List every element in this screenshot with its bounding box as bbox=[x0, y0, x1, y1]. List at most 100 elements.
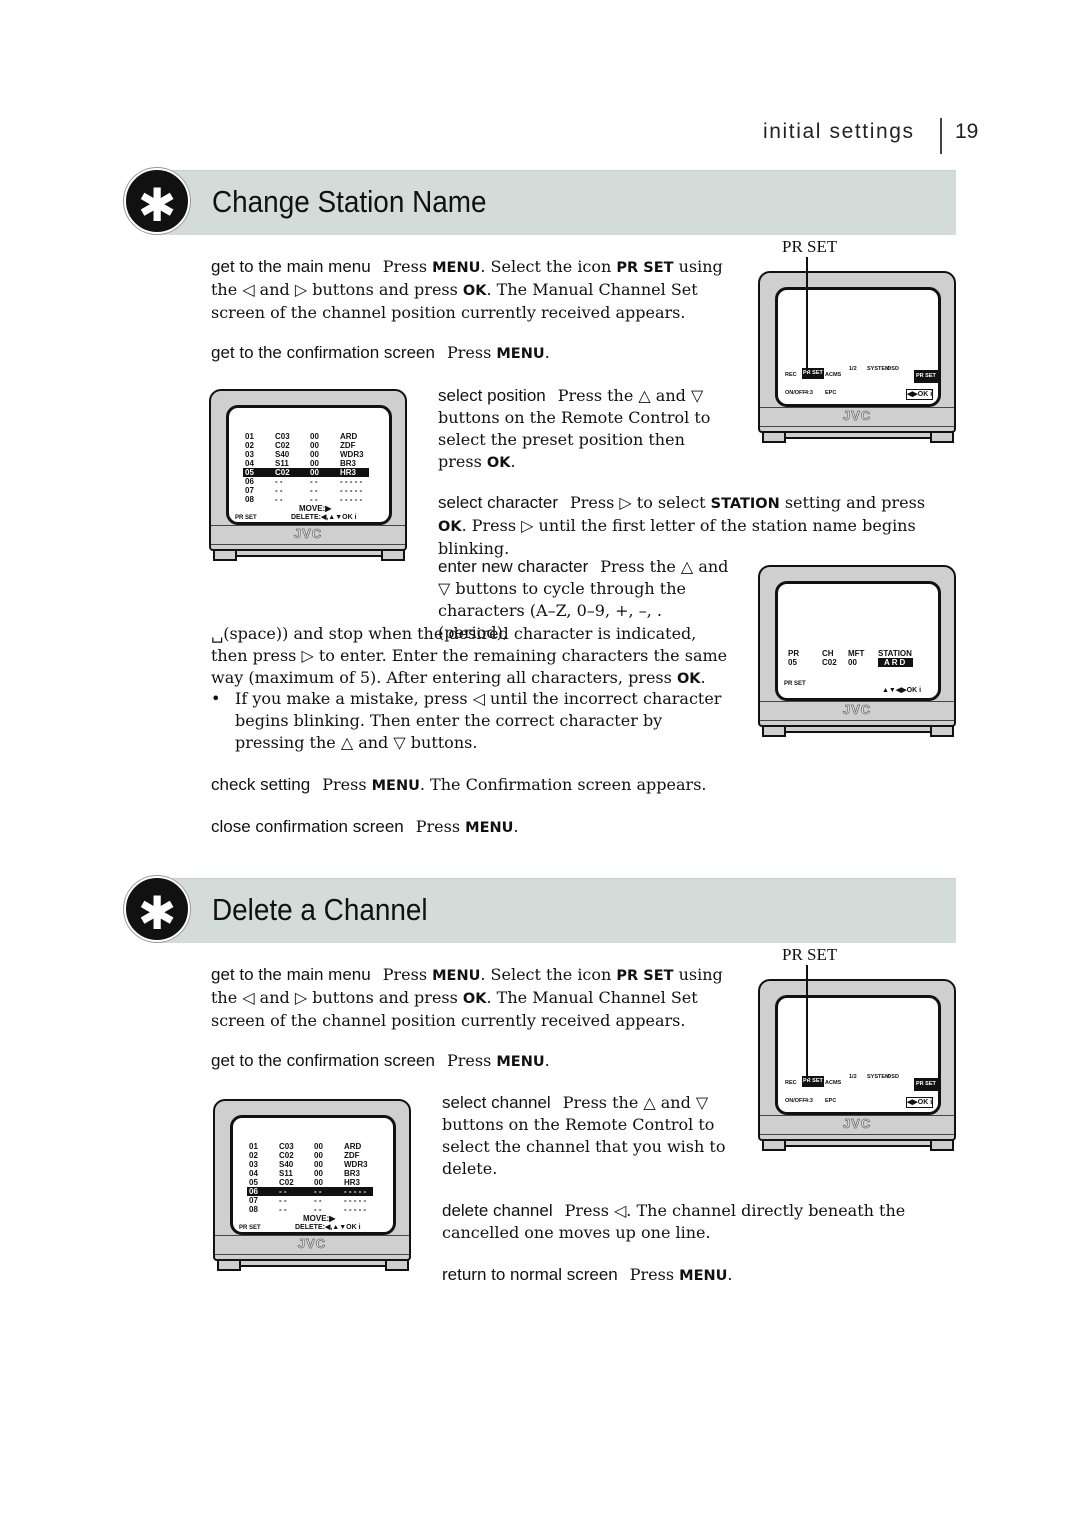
channel-cell: 02 bbox=[245, 441, 254, 450]
channel-cell: S40 bbox=[279, 1160, 294, 1169]
channel-cell: - - - - - bbox=[340, 477, 363, 486]
channel-cell: 01 bbox=[249, 1142, 258, 1151]
channel-cell: - - bbox=[275, 486, 283, 495]
channel-row: 07 - - - - - - - - - bbox=[247, 1196, 373, 1205]
menu-icon-rec: REC bbox=[785, 372, 797, 378]
channel-cell: - - bbox=[310, 495, 318, 504]
channel-cell: HR3 bbox=[340, 468, 357, 477]
column-header: MFT bbox=[848, 649, 865, 658]
channel-cell: 02 bbox=[249, 1151, 258, 1160]
menu-icon-rec: REC bbox=[785, 1080, 797, 1086]
delete-hint: DELETE:◀,▲▼OK i bbox=[295, 1224, 361, 1231]
section-title: Delete a Channel bbox=[212, 892, 428, 927]
channel-cell: S11 bbox=[279, 1169, 293, 1178]
asterisk-icon: ✱ bbox=[124, 876, 190, 942]
channel-cell: 04 bbox=[249, 1169, 258, 1178]
tv-screen: REC PR SET ACMS 1/2 SYSTEM OSD ON/OFF 4:3 EPC PR … bbox=[775, 287, 941, 407]
step-label: select channel bbox=[442, 1093, 551, 1112]
tv-station-setting: JVC PR CH MFT STATION 05 C02 00 ARD PR SET ▲▼◀▶OK … bbox=[758, 565, 956, 750]
channel-row: 03 S40 00 WDR3 bbox=[243, 450, 369, 459]
channel-cell: - - - - - bbox=[344, 1196, 367, 1205]
pointer-line bbox=[806, 965, 808, 1079]
pr-set-icon: PR SET bbox=[784, 681, 806, 687]
step-text: . bbox=[727, 1265, 733, 1284]
pr-set-icon: PR SET bbox=[239, 1225, 261, 1231]
channel-cell: - - bbox=[275, 495, 283, 504]
step-label: return to normal screen bbox=[442, 1265, 618, 1284]
channel-cell: 00 bbox=[310, 468, 319, 477]
step-close-confirmation-screen: close confirmation screen Press MENU. bbox=[211, 816, 731, 839]
move-hint: MOVE:▶ bbox=[303, 1214, 336, 1223]
key-name: STATION bbox=[710, 496, 780, 512]
column-value: 00 bbox=[848, 658, 857, 667]
menu-icon-osd: OSD bbox=[887, 1074, 899, 1080]
channel-cell: C03 bbox=[279, 1142, 294, 1151]
delete-hint: DELETE:◀,▲▼OK i bbox=[291, 514, 357, 521]
tv-screen: 01 C03 00 ARD 02 C02 00 ZDF 03 S40 00 WDR3 04 S11 00 BR… bbox=[230, 1115, 396, 1235]
key-name: OK bbox=[438, 519, 462, 535]
tv-channel-list: JVC 01 C03 00 ARD 02 C02 00 ZDF 03 S40 00 WDR3 04 S11 0… bbox=[209, 389, 407, 574]
key-name: MENU bbox=[432, 968, 481, 984]
page-number: 19 bbox=[955, 120, 979, 143]
step-text: ␣(space)) and stop when the desired char… bbox=[211, 624, 728, 687]
nav-hint: ▲▼◀▶OK i bbox=[882, 687, 922, 694]
channel-cell: 08 bbox=[245, 495, 254, 504]
step-label: get to the confirmation screen bbox=[211, 1051, 435, 1070]
tv-main-menu: JVC REC PR SET ACMS 1/2 SYSTEM OSD ON/OFF 4:3 EPC… bbox=[758, 271, 956, 456]
channel-row: 05 C02 00 HR3 bbox=[243, 468, 369, 477]
asterisk-icon: ✱ bbox=[124, 168, 190, 234]
channel-cell: WDR3 bbox=[340, 450, 364, 459]
tv-body: JVC REC PR SET ACMS 1/2 SYSTEM OSD ON/OFF 4:3 EPC… bbox=[758, 271, 956, 433]
step-text: Press bbox=[382, 257, 433, 276]
step-label: check setting bbox=[211, 775, 311, 794]
step-text: Press ▷ to select bbox=[570, 493, 711, 512]
channel-cell: WDR3 bbox=[344, 1160, 368, 1169]
step-text: . bbox=[700, 668, 706, 687]
channel-cell: 07 bbox=[245, 486, 254, 495]
tv-main-menu: JVC REC PR SET ACMS 1/2 SYSTEM OSD ON/OFF 4:3 EPC… bbox=[758, 979, 956, 1164]
step-text: setting and press bbox=[779, 493, 926, 512]
key-name: PR SET bbox=[616, 260, 674, 276]
channel-row: 08 - - - - - - - - - bbox=[247, 1205, 373, 1214]
menu-icon-osd: OSD bbox=[887, 366, 899, 372]
channel-cell: 05 bbox=[249, 1178, 258, 1187]
channel-row: 05 C02 00 HR3 bbox=[247, 1178, 373, 1187]
step-get-to-the-main-menu: get to the main menu Press MENU. Select t… bbox=[211, 256, 731, 324]
section-title: Change Station Name bbox=[212, 184, 487, 219]
channel-cell: ZDF bbox=[340, 441, 356, 450]
step-label: delete channel bbox=[442, 1201, 553, 1220]
pr-set-label: PR SET bbox=[782, 237, 838, 256]
channel-cell: ARD bbox=[340, 432, 358, 441]
tv-body: JVC 01 C03 00 ARD 02 C02 00 ZDF 03 S40 00 WDR3 04 S11 0… bbox=[213, 1099, 411, 1261]
step-label: get to the main menu bbox=[211, 965, 371, 984]
channel-row: 02 C02 00 ZDF bbox=[247, 1151, 373, 1160]
section-header: initial settings bbox=[763, 120, 915, 143]
step-get-to-the-main-menu: get to the main menu Press MENU. Select t… bbox=[211, 964, 731, 1032]
channel-row: 03 S40 00 WDR3 bbox=[247, 1160, 373, 1169]
menu-icon-acms: ACMS bbox=[825, 1080, 842, 1086]
channel-row: 07 - - - - - - - - - bbox=[243, 486, 369, 495]
pr-set-label: PR SET bbox=[782, 945, 838, 964]
column-value: C02 bbox=[822, 658, 837, 667]
column-header: PR bbox=[788, 649, 800, 658]
step-label: select character bbox=[438, 493, 558, 512]
key-name: OK bbox=[676, 671, 701, 687]
channel-cell: 00 bbox=[314, 1151, 323, 1160]
channel-cell: - - bbox=[314, 1196, 322, 1205]
step-text: . bbox=[544, 1051, 550, 1070]
channel-cell: - - bbox=[279, 1205, 287, 1214]
channel-cell: 00 bbox=[310, 459, 319, 468]
channel-cell: - - - - - bbox=[340, 486, 363, 495]
brand-logo: JVC bbox=[842, 408, 872, 424]
channel-cell: 03 bbox=[245, 450, 254, 459]
menu-icon-43: 4:3 bbox=[805, 1098, 813, 1104]
channel-row: 04 S11 00 BR3 bbox=[243, 459, 369, 468]
step-label: enter new character bbox=[438, 557, 589, 576]
channel-cell: 00 bbox=[314, 1169, 323, 1178]
tv-screen: 01 C03 00 ARD 02 C02 00 ZDF 03 S40 00 WDR3 04 S11 00 BR… bbox=[226, 405, 392, 525]
tv-body: JVC 01 C03 00 ARD 02 C02 00 ZDF 03 S40 00 WDR3 04 S11 0… bbox=[209, 389, 407, 551]
bullet: • bbox=[211, 689, 221, 708]
channel-cell: - - bbox=[314, 1187, 322, 1196]
key-name: MENU bbox=[432, 260, 481, 276]
step-text: . bbox=[513, 817, 519, 836]
